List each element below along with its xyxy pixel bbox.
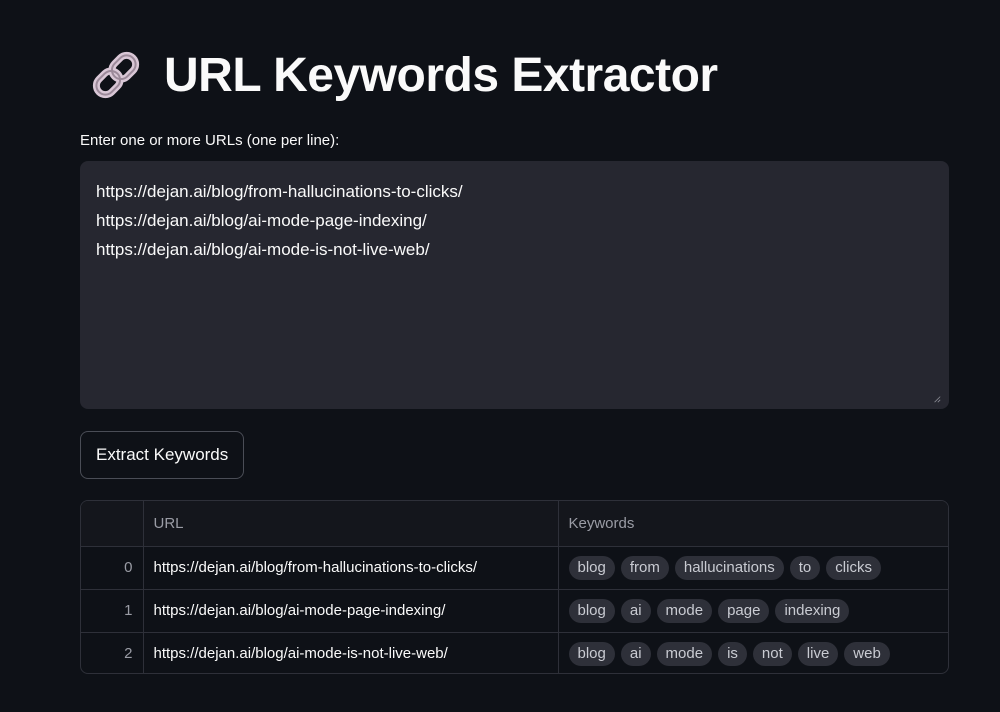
results-table: URL Keywords 0 https://dejan.ai/blog/fro…: [80, 500, 949, 674]
url-cell[interactable]: https://dejan.ai/blog/ai-mode-page-index…: [143, 589, 559, 633]
link-icon: [88, 47, 144, 103]
row-index: 2: [81, 632, 144, 673]
keyword-chip: ai: [620, 641, 651, 666]
keyword-chip: blog: [568, 598, 615, 623]
column-header-index[interactable]: [81, 501, 144, 547]
page-title: URL Keywords Extractor: [164, 48, 718, 102]
keywords-cell[interactable]: blog ai mode page indexing: [558, 589, 948, 633]
table-row: 0 https://dejan.ai/blog/from-hallucinati…: [81, 546, 948, 590]
keyword-chip: hallucinations: [674, 555, 784, 580]
keyword-chip: ai: [620, 598, 651, 623]
row-index: 1: [81, 589, 144, 633]
keyword-chip: blog: [568, 641, 615, 666]
keywords-cell[interactable]: blog ai mode is not live web: [558, 632, 948, 673]
keyword-chip: to: [789, 555, 821, 580]
keyword-chip: web: [844, 641, 890, 666]
column-header-url[interactable]: URL: [143, 501, 559, 547]
url-cell[interactable]: https://dejan.ai/blog/ai-mode-is-not-liv…: [143, 632, 559, 673]
keyword-chip: blog: [568, 555, 615, 580]
url-textarea[interactable]: https://dejan.ai/blog/from-hallucination…: [80, 161, 949, 409]
keyword-chip: is: [718, 641, 747, 666]
keyword-chip: mode: [656, 598, 713, 623]
keywords-cell[interactable]: blog from hallucinations to clicks: [558, 546, 948, 590]
keyword-chip: mode: [656, 641, 713, 666]
page-header: URL Keywords Extractor: [88, 40, 718, 110]
keyword-chip: not: [752, 641, 792, 666]
keyword-chip: from: [620, 555, 669, 580]
url-cell[interactable]: https://dejan.ai/blog/from-hallucination…: [143, 546, 559, 590]
keyword-chip: clicks: [826, 555, 881, 580]
app: URL Keywords Extractor Enter one or more…: [0, 0, 1000, 712]
resize-handle-icon[interactable]: [933, 395, 941, 403]
keyword-chip: page: [718, 598, 770, 623]
row-index: 0: [81, 546, 144, 590]
column-header-keywords[interactable]: Keywords: [558, 501, 948, 547]
table-row: 2 https://dejan.ai/blog/ai-mode-is-not-l…: [81, 632, 948, 673]
keyword-chip: indexing: [775, 598, 850, 623]
table-row: 1 https://dejan.ai/blog/ai-mode-page-ind…: [81, 589, 948, 633]
table-header-row: URL Keywords: [81, 501, 948, 547]
keyword-chip: live: [797, 641, 839, 666]
extract-keywords-button[interactable]: Extract Keywords: [80, 431, 245, 479]
url-input-label: Enter one or more URLs (one per line):: [80, 132, 340, 149]
